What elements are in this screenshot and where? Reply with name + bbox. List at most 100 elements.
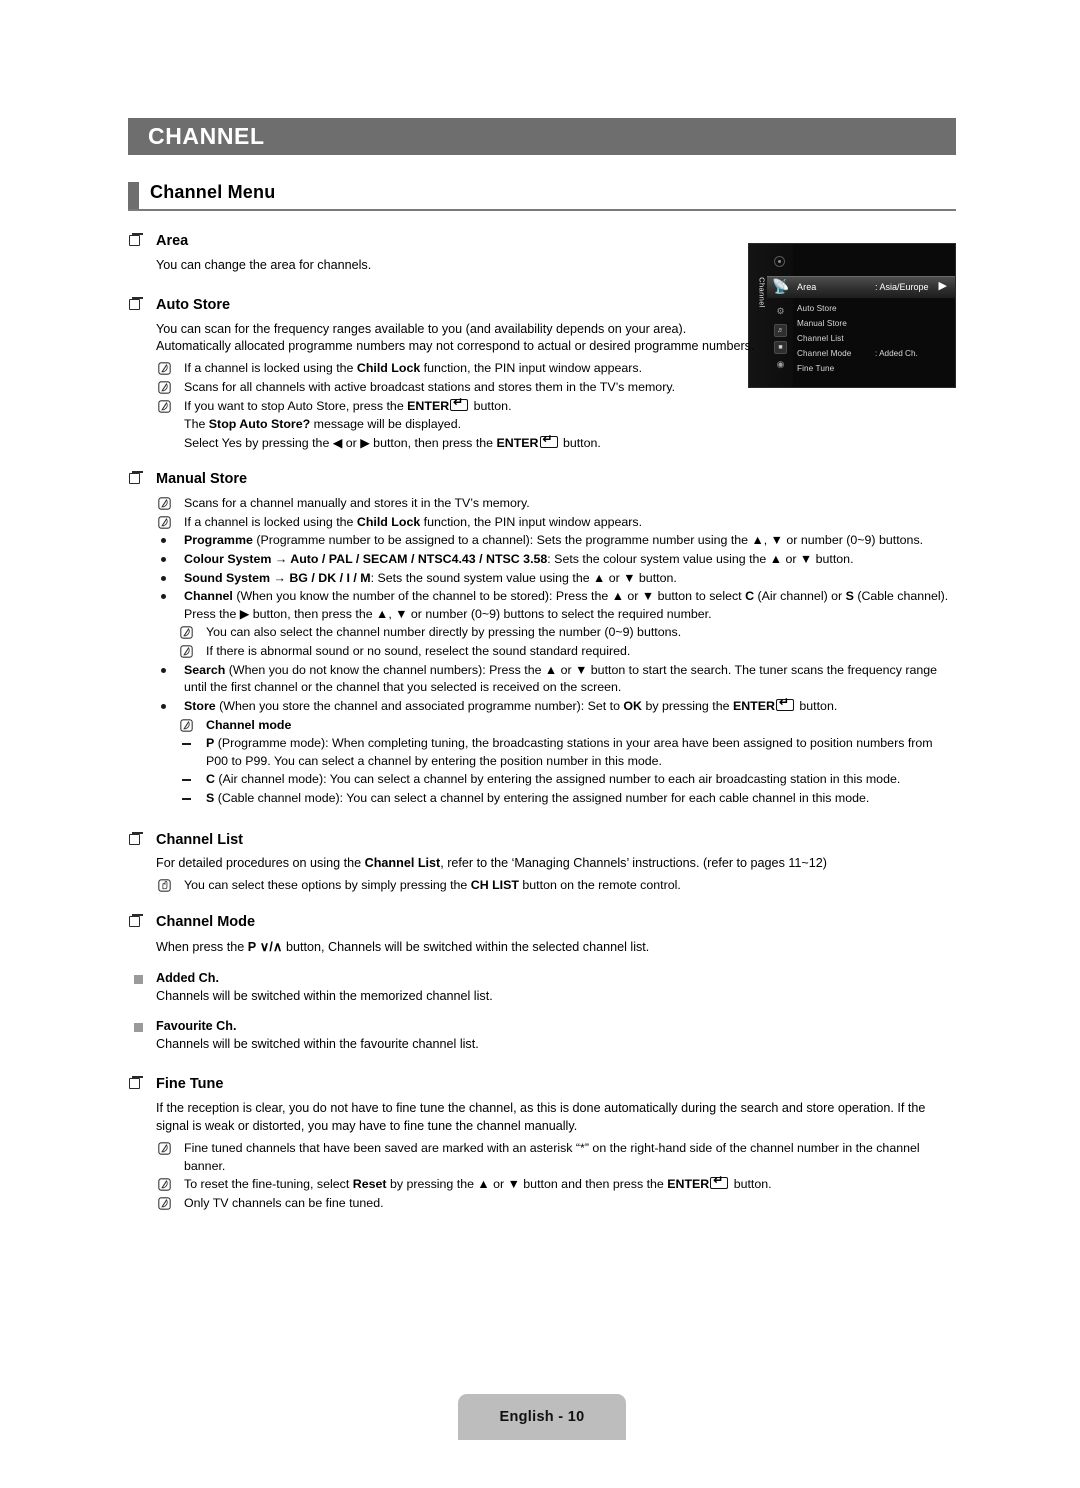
added-ch-body: Channels will be switched within the mem… xyxy=(156,988,493,1003)
area-body: You can change the area for channels. xyxy=(156,257,372,272)
chapter-banner: CHANNEL xyxy=(128,118,956,155)
bullet-label: Sound System → BG / DK / I / M xyxy=(184,570,371,585)
note-pencil-icon xyxy=(158,516,171,529)
round-bullet-icon xyxy=(161,575,166,581)
auto-store-note-3: If you want to stop Auto Store, press th… xyxy=(128,396,956,416)
square-bullet-icon xyxy=(129,296,143,310)
round-bullet-icon xyxy=(161,703,166,709)
enter-label: ENTER xyxy=(732,698,775,713)
note-bold: Reset xyxy=(352,1177,387,1192)
note-text: Only TV channels can be fine tuned. xyxy=(184,1195,384,1210)
note-text: button. xyxy=(559,435,601,450)
manual-store-bullet-colour-system: Colour System → Auto / PAL / SECAM / NTS… xyxy=(128,551,956,569)
page-number-label: English - 10 xyxy=(499,1409,585,1425)
note-text: If a channel is locked using the xyxy=(184,361,357,376)
auto-store-note-2: Scans for all channels with active broad… xyxy=(128,379,956,397)
note-text: function, the PIN input window appears. xyxy=(420,361,643,376)
dash-bullet-icon xyxy=(182,779,191,782)
bullet-label: Colour System → Auto / PAL / SECAM / NTS… xyxy=(184,552,548,567)
manual-store-bullet-programme: Programme (Programme number to be assign… xyxy=(128,532,956,550)
note-text: Scans for a channel manually and stores … xyxy=(184,496,530,511)
manual-store-channel-note-2: If there is abnormal sound or no sound, … xyxy=(128,643,956,661)
auto-store-body: You can scan for the frequency ranges av… xyxy=(156,321,755,354)
round-bullet-icon xyxy=(161,538,166,544)
manual-store-channel-mode-note: Channel mode xyxy=(128,717,956,735)
bullet-bold: OK xyxy=(623,698,643,713)
manual-store-note-2: If a channel is locked using the Child L… xyxy=(128,514,956,532)
bullet-text: (When you do not know the channel number… xyxy=(184,662,938,695)
dash-bullet-icon xyxy=(182,743,191,745)
note-bold: Child Lock xyxy=(356,514,421,529)
body-text: button, Channels will be switched within… xyxy=(285,939,650,954)
heading-area: Area xyxy=(128,232,956,251)
dash-bullet-icon xyxy=(182,797,191,800)
document-content: Area You can change the area for channel… xyxy=(128,232,956,1213)
enter-key-icon xyxy=(539,433,558,448)
manual-store-bullet-search: Search (When you do not know the channel… xyxy=(128,662,956,697)
square-bullet-icon xyxy=(129,471,143,485)
auto-store-note-3-sub-2: Select Yes by pressing the ◀ or ▶ button… xyxy=(128,433,956,453)
note-pencil-icon xyxy=(158,362,171,376)
bullet-text: : Sets the sound system value using the … xyxy=(370,570,677,585)
heading-fine-tune: Fine Tune xyxy=(128,1075,956,1094)
enter-label: ENTER xyxy=(407,398,450,413)
heading-manual-store-label: Manual Store xyxy=(156,471,248,488)
bullet-text: button. xyxy=(795,698,838,713)
square-bullet-icon xyxy=(129,913,143,927)
bullet-text: (When you know the number of the channel… xyxy=(232,589,746,604)
body-bold: Channel List xyxy=(364,856,441,871)
fine-tune-note-1: Fine tuned channels that have been saved… xyxy=(128,1140,956,1175)
body-bold: P xyxy=(247,939,257,954)
note-pencil-icon xyxy=(180,645,193,658)
heading-channel-mode: Channel Mode xyxy=(128,913,956,932)
note-pencil-icon xyxy=(158,1178,171,1191)
bullet-text: : Sets the colour system value using the… xyxy=(547,552,854,567)
heading-area-label: Area xyxy=(156,233,189,249)
bullet-label: Programme xyxy=(184,533,253,548)
enter-key-icon xyxy=(710,1174,729,1190)
manual-store-channel-note-1: You can also select the channel number d… xyxy=(128,624,956,642)
mode-text: (Programme mode): When completing tuning… xyxy=(206,736,933,768)
note-text: To reset the fine-tuning, select xyxy=(184,1177,353,1192)
note-text: function, the PIN input window appears. xyxy=(420,514,643,529)
subheading-favourite-ch: Favourite Ch. xyxy=(128,1019,956,1033)
section-title: Channel Menu xyxy=(150,182,276,202)
note-text: You can select these options by simply p… xyxy=(184,878,471,893)
bullet-text: (Air channel) or xyxy=(754,589,846,604)
section-heading: Channel Menu xyxy=(128,182,956,212)
note-text: Fine tuned channels that have been saved… xyxy=(184,1140,920,1173)
fine-tune-note-2: To reset the fine-tuning, select Reset b… xyxy=(128,1174,956,1194)
heading-channel-list-label: Channel List xyxy=(156,831,244,848)
note-pencil-icon xyxy=(180,626,193,640)
mode-text: (Air channel mode): You can select a cha… xyxy=(214,772,901,787)
bullet-label: Channel xyxy=(184,589,233,604)
grey-square-bullet-icon xyxy=(134,1023,143,1033)
auto-store-note-3-sub-1: The Stop Auto Store? message will be dis… xyxy=(128,416,956,434)
channel-mode-p: P (Programme mode): When completing tuni… xyxy=(128,735,956,770)
note-text: Select Yes by pressing the ◀ or ▶ button… xyxy=(184,435,497,450)
heading-channel-list: Channel List xyxy=(128,831,956,850)
channel-mode-body: When press the P ∨/∧ button, Channels wi… xyxy=(128,938,956,957)
note-bold: CH LIST xyxy=(470,878,519,893)
note-text: button. xyxy=(730,1177,772,1192)
note-text: You can also select the channel number d… xyxy=(206,625,682,640)
note-pencil-icon xyxy=(158,1197,171,1210)
channel-mode-c: C (Air channel mode): You can select a c… xyxy=(128,771,956,789)
subheading-added-ch: Added Ch. xyxy=(128,971,956,985)
manual-store-note-1: Scans for a channel manually and stores … xyxy=(128,495,956,513)
channel-list-note: You can select these options by simply p… xyxy=(128,877,956,895)
channel-list-body: For detailed procedures on using the Cha… xyxy=(128,855,956,873)
enter-key-icon xyxy=(450,396,469,411)
bullet-text: (When you store the channel and associat… xyxy=(215,698,624,713)
mode-label: C xyxy=(206,772,215,787)
mode-text: (Cable channel mode): You can select a c… xyxy=(214,790,870,805)
note-pencil-icon xyxy=(158,1142,171,1155)
note-text: Channel mode xyxy=(206,717,292,732)
note-text: by pressing the ▲ or ▼ button and then p… xyxy=(386,1177,668,1192)
note-text: message will be displayed. xyxy=(310,417,462,432)
bullet-label: Search xyxy=(184,662,226,677)
channel-mode-s: S (Cable channel mode): You can select a… xyxy=(128,790,956,808)
manual-store-bullet-store: Store (When you store the channel and as… xyxy=(128,696,956,716)
favourite-ch-body: Channels will be switched within the fav… xyxy=(156,1037,479,1052)
enter-label: ENTER xyxy=(667,1177,710,1192)
